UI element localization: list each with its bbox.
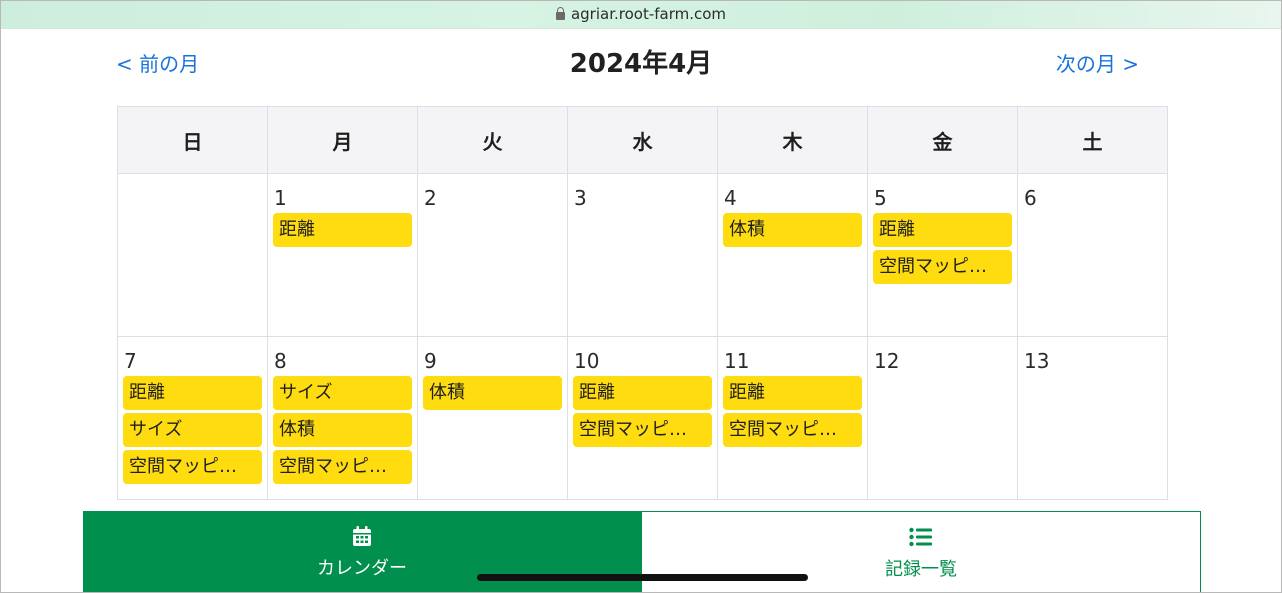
day-number: 1 (274, 186, 287, 210)
event-chip[interactable]: サイズ (123, 413, 262, 447)
day-cell[interactable]: 6 (1017, 173, 1168, 337)
day-cell[interactable]: 11 距離 空間マッピ… (717, 336, 868, 500)
calendar-grid: 日 月 火 水 木 金 土 1 距離 2 3 4 体積 5 距離 空間マッピ… … (117, 106, 1168, 500)
day-cell[interactable]: 1 距離 (267, 173, 418, 337)
day-cell[interactable] (117, 173, 268, 337)
weekday-header: 日 (117, 106, 268, 174)
day-number: 4 (724, 186, 737, 210)
event-chip[interactable]: 体積 (273, 413, 412, 447)
event-chip[interactable]: 距離 (573, 376, 712, 410)
browser-url-bar[interactable]: agriar.root-farm.com (1, 1, 1281, 29)
event-chip[interactable]: 空間マッピ… (723, 413, 862, 447)
event-chip[interactable]: 空間マッピ… (873, 250, 1012, 284)
day-number: 8 (274, 349, 287, 373)
day-number: 12 (874, 349, 900, 373)
event-chip[interactable]: 距離 (273, 213, 412, 247)
weekday-header: 木 (717, 106, 868, 174)
event-chip[interactable]: 距離 (873, 213, 1012, 247)
day-cell[interactable]: 3 (567, 173, 718, 337)
day-number: 11 (724, 349, 750, 373)
day-cell[interactable]: 7 距離 サイズ 空間マッピ… (117, 336, 268, 500)
day-number: 2 (424, 186, 437, 210)
next-month-link[interactable]: 次の月 > (1056, 51, 1139, 77)
day-number: 10 (574, 349, 600, 373)
list-icon (909, 527, 932, 547)
weekday-header-row: 日 月 火 水 木 金 土 (117, 106, 1168, 174)
weekday-header: 火 (417, 106, 568, 174)
day-number: 7 (124, 349, 137, 373)
event-chip[interactable]: 空間マッピ… (123, 450, 262, 484)
url-text: agriar.root-farm.com (570, 5, 727, 23)
event-chip[interactable]: サイズ (273, 376, 412, 410)
weekday-header: 土 (1017, 106, 1168, 174)
weekday-header: 水 (567, 106, 718, 174)
day-cell[interactable]: 10 距離 空間マッピ… (567, 336, 718, 500)
day-number: 13 (1024, 349, 1050, 373)
day-cell[interactable]: 5 距離 空間マッピ… (867, 173, 1018, 337)
day-number (124, 186, 267, 210)
day-cell[interactable]: 2 (417, 173, 568, 337)
day-cell[interactable]: 4 体積 (717, 173, 868, 337)
home-indicator (477, 574, 808, 581)
event-chip[interactable]: 体積 (723, 213, 862, 247)
calendar-icon (353, 526, 371, 546)
app-frame: agriar.root-farm.com < 前の月 2024年4月 次の月 >… (0, 0, 1282, 593)
event-chip[interactable]: 空間マッピ… (273, 450, 412, 484)
event-chip[interactable]: 距離 (723, 376, 862, 410)
tab-records-label: 記録一覧 (885, 559, 957, 580)
day-cell[interactable]: 13 (1017, 336, 1168, 500)
event-chip[interactable]: 距離 (123, 376, 262, 410)
tab-calendar-label: カレンダー (317, 558, 407, 579)
day-number: 6 (1024, 186, 1037, 210)
event-chip[interactable]: 空間マッピ… (573, 413, 712, 447)
event-chip[interactable]: 体積 (423, 376, 562, 410)
weekday-header: 金 (867, 106, 1018, 174)
day-cell[interactable]: 8 サイズ 体積 空間マッピ… (267, 336, 418, 500)
lock-icon (555, 7, 565, 20)
week-row: 7 距離 サイズ 空間マッピ… 8 サイズ 体積 空間マッピ… 9 体積 10 (117, 336, 1168, 500)
day-number: 3 (574, 186, 587, 210)
weekday-header: 月 (267, 106, 418, 174)
day-cell[interactable]: 9 体積 (417, 336, 568, 500)
day-number: 5 (874, 186, 887, 210)
week-row: 1 距離 2 3 4 体積 5 距離 空間マッピ… 6 (117, 173, 1168, 337)
day-number: 9 (424, 349, 437, 373)
day-cell[interactable]: 12 (867, 336, 1018, 500)
